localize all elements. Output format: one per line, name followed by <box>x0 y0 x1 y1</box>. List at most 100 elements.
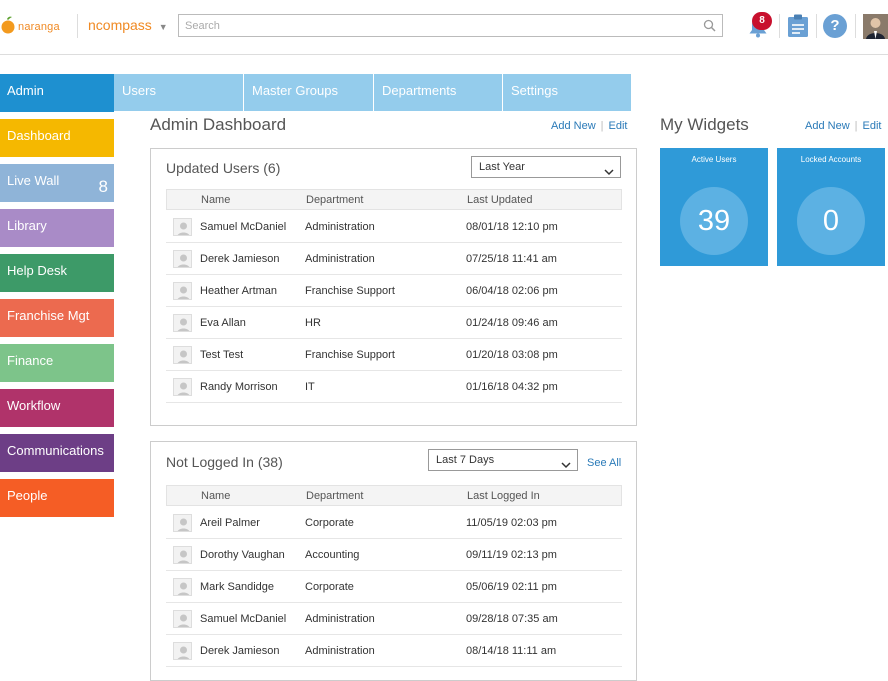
user-timestamp: 09/11/19 02:13 pm <box>466 549 557 561</box>
user-timestamp: 08/14/18 11:11 am <box>466 645 557 657</box>
search-icon[interactable] <box>703 19 716 37</box>
user-timestamp: 01/24/18 09:46 am <box>466 317 558 329</box>
sidebar-item-label: Communications <box>7 443 104 458</box>
sidebar-item-library[interactable]: Library <box>0 209 114 247</box>
table-row[interactable]: Randy Morrison IT 01/16/18 04:32 pm <box>166 371 622 403</box>
user-name[interactable]: Test Test <box>200 349 243 361</box>
locked-accounts-widget[interactable]: Locked Accounts 0 <box>777 148 885 266</box>
sidebar-item-people[interactable]: People <box>0 479 114 517</box>
sidebar-item-workflow[interactable]: Workflow <box>0 389 114 427</box>
table-row[interactable]: Heather Artman Franchise Support 06/04/18 … <box>166 275 622 307</box>
tab-master-groups[interactable]: Master Groups <box>244 74 374 111</box>
column-header[interactable]: Name <box>201 194 230 206</box>
user-name[interactable]: Heather Artman <box>200 285 277 297</box>
widget-label: Active Users <box>691 155 737 164</box>
table-row[interactable]: Samuel McDaniel Administration 08/01/18 12… <box>166 211 622 243</box>
top-bar: naranga ncompass ▼ Search 8 ? <box>0 0 888 55</box>
sidebar-item-live-wall[interactable]: Live Wall 8 <box>0 164 114 202</box>
user-timestamp: 05/06/19 02:11 pm <box>466 581 557 593</box>
column-header[interactable]: Department <box>306 490 363 502</box>
add-new-link[interactable]: Add New <box>551 120 596 132</box>
divider <box>855 14 856 38</box>
user-name[interactable]: Samuel McDaniel <box>200 613 286 625</box>
add-widget-link[interactable]: Add New <box>805 120 850 132</box>
search-input[interactable]: Search <box>178 14 723 37</box>
notification-badge: 8 <box>752 12 772 30</box>
user-department: Franchise Support <box>305 285 395 297</box>
dashboard-actions: Add New | Edit <box>551 120 627 132</box>
user-name[interactable]: Derek Jamieson <box>200 253 279 265</box>
help-icon[interactable]: ? <box>823 14 847 38</box>
tab-settings[interactable]: Settings <box>503 74 631 111</box>
sidebar-item-admin[interactable]: Admin <box>0 74 114 112</box>
active-users-widget[interactable]: Active Users 39 <box>660 148 768 266</box>
user-timestamp: 07/25/18 11:41 am <box>466 253 557 265</box>
user-name[interactable]: Dorothy Vaughan <box>200 549 285 561</box>
user-placeholder-icon <box>173 282 192 300</box>
sidebar-item-label: Admin <box>7 83 44 98</box>
user-name[interactable]: Randy Morrison <box>200 381 278 393</box>
panel-title: Updated Users (6) <box>166 160 281 176</box>
table-header: Name Department Last Updated <box>166 189 622 210</box>
avatar[interactable] <box>863 14 888 39</box>
user-department: Administration <box>305 613 375 625</box>
see-all-link[interactable]: See All <box>587 457 621 469</box>
user-name[interactable]: Derek Jamieson <box>200 645 279 657</box>
user-department: HR <box>305 317 321 329</box>
column-header[interactable]: Name <box>201 490 230 502</box>
user-department: Corporate <box>305 581 354 593</box>
user-timestamp: 01/20/18 03:08 pm <box>466 349 558 361</box>
select-value: Last Year <box>479 161 525 173</box>
column-header[interactable]: Last Updated <box>467 194 532 206</box>
tab-departments[interactable]: Departments <box>374 74 503 111</box>
divider: | <box>854 120 858 132</box>
user-name[interactable]: Areil Palmer <box>200 517 260 529</box>
edit-link[interactable]: Edit <box>609 120 628 132</box>
table-row[interactable]: Dorothy Vaughan Accounting 09/11/19 02:13 … <box>166 539 622 571</box>
sidebar-item-communications[interactable]: Communications <box>0 434 114 472</box>
sidebar-item-dashboard[interactable]: Dashboard <box>0 119 114 157</box>
tab-users[interactable]: Users <box>114 74 244 111</box>
sidebar-item-finance[interactable]: Finance <box>0 344 114 382</box>
user-placeholder-icon <box>173 610 192 628</box>
user-department: Accounting <box>305 549 360 561</box>
table-row[interactable]: Mark Sandidge Corporate 05/06/19 02:11 pm <box>166 571 622 603</box>
chevron-down-icon <box>561 456 571 476</box>
table-row[interactable]: Areil Palmer Corporate 11/05/19 02:03 pm <box>166 507 622 539</box>
table-row[interactable]: Eva Allan HR 01/24/18 09:46 am <box>166 307 622 339</box>
table-row[interactable]: Derek Jamieson Administration 07/25/18 11:… <box>166 243 622 275</box>
divider <box>779 14 780 38</box>
app-switcher[interactable]: ncompass ▼ <box>88 17 168 33</box>
sidebar-item-label: People <box>7 488 48 503</box>
sidebar-item-franchise-mgt[interactable]: Franchise Mgt <box>0 299 114 337</box>
user-name[interactable]: Samuel McDaniel <box>200 221 286 233</box>
clipboard-icon[interactable] <box>787 14 809 43</box>
sidebar-item-help-desk[interactable]: Help Desk <box>0 254 114 292</box>
panel-title: Not Logged In (38) <box>166 454 283 470</box>
user-name[interactable]: Eva Allan <box>200 317 246 329</box>
table-row[interactable]: Test Test Franchise Support 01/20/18 03:08… <box>166 339 622 371</box>
sidebar-item-label: Franchise Mgt <box>7 308 90 323</box>
updated-users-period-select[interactable]: Last Year <box>471 156 621 178</box>
chevron-down-icon <box>604 163 614 183</box>
user-name[interactable]: Mark Sandidge <box>200 581 274 593</box>
user-department: Corporate <box>305 517 354 529</box>
edit-widgets-link[interactable]: Edit <box>863 120 882 132</box>
user-timestamp: 08/01/18 12:10 pm <box>466 221 558 233</box>
app-switcher-label: ncompass <box>88 17 152 33</box>
logo[interactable]: naranga <box>0 16 60 37</box>
widgets-actions: Add New | Edit <box>805 120 881 132</box>
user-placeholder-icon <box>173 546 192 564</box>
widget-label: Locked Accounts <box>800 155 862 164</box>
updated-users-panel: Updated Users (6) Last Year Name Departm… <box>150 148 637 426</box>
logo-text: naranga <box>18 21 60 33</box>
widget-count: 39 <box>680 187 748 255</box>
table-row[interactable]: Derek Jamieson Administration 08/14/18 11:… <box>166 635 622 667</box>
widget-count: 0 <box>797 187 865 255</box>
column-header[interactable]: Department <box>306 194 363 206</box>
not-logged-in-period-select[interactable]: Last 7 Days <box>428 449 578 471</box>
user-department: Administration <box>305 645 375 657</box>
not-logged-in-panel: Not Logged In (38) Last 7 Days See All N… <box>150 441 637 681</box>
table-row[interactable]: Samuel McDaniel Administration 09/28/18 07… <box>166 603 622 635</box>
column-header[interactable]: Last Logged In <box>467 490 540 502</box>
